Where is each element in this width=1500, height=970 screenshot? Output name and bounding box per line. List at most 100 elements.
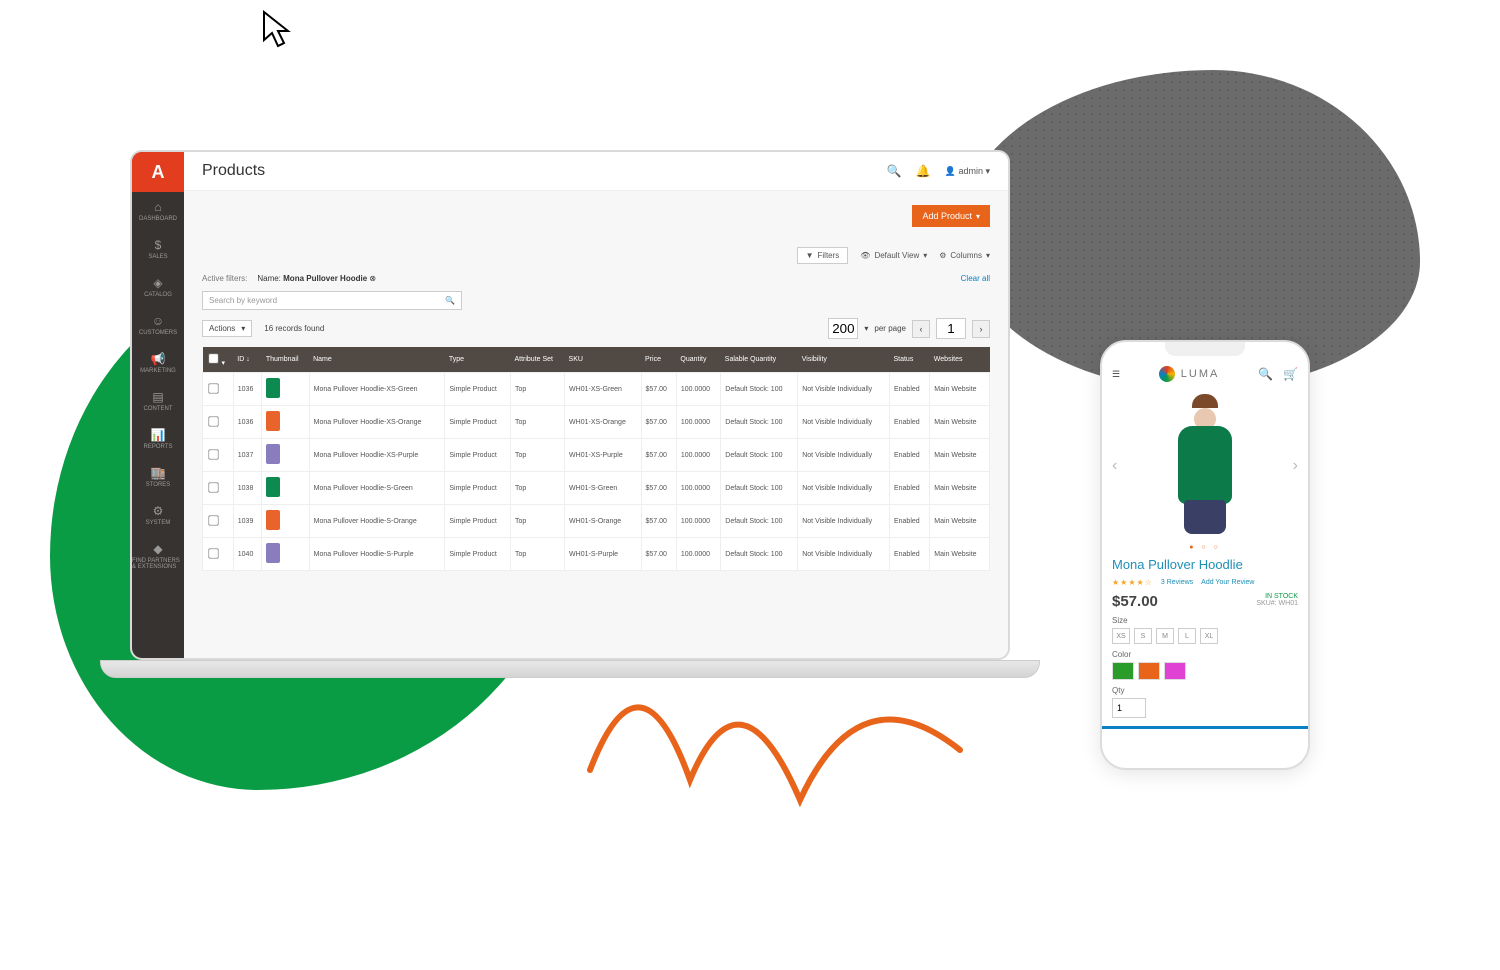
size-option-xl[interactable]: XL xyxy=(1200,628,1218,644)
carousel-next-button[interactable]: › xyxy=(1293,457,1298,475)
add-review-link[interactable]: Add Your Review xyxy=(1201,579,1254,586)
sidebar-item-catalog[interactable]: ◈CATALOG xyxy=(132,268,184,306)
sidebar-item-reports[interactable]: 📊REPORTS xyxy=(132,420,184,458)
default-view-button[interactable]: 👁Default View ▾ xyxy=(860,251,927,260)
row-checkbox[interactable] xyxy=(208,548,218,558)
stock-status: IN STOCK xyxy=(1256,593,1298,600)
product-image[interactable] xyxy=(1155,396,1255,536)
filter-chip-name: Name: Mona Pullover Hoodie ⊗ xyxy=(257,274,376,283)
carousel-prev-button[interactable]: ‹ xyxy=(1112,457,1117,475)
store-logo[interactable]: LUMA xyxy=(1159,366,1220,382)
table-row[interactable]: 1036Mona Pullover Hoodlie-XS-GreenSimple… xyxy=(203,373,990,406)
carousel-dots[interactable]: ● ○ ○ xyxy=(1112,544,1298,551)
per-page-input[interactable] xyxy=(828,318,858,339)
color-swatch-orange[interactable] xyxy=(1138,662,1160,680)
product-title: Mona Pullover Hoodlie xyxy=(1112,557,1298,572)
sidebar-item-extensions[interactable]: ◆FIND PARTNERS & EXTENSIONS xyxy=(132,534,184,578)
customers-icon: ☺ xyxy=(152,314,164,328)
add-product-button[interactable]: Add Product▾ xyxy=(912,205,990,227)
cell-qty: 100.0000 xyxy=(676,406,720,439)
table-header-cell[interactable]: Quantity xyxy=(676,347,720,373)
search-icon[interactable]: 🔍 xyxy=(887,164,902,178)
cell-status: Enabled xyxy=(889,439,929,472)
cell-salable: Default Stock: 100 xyxy=(721,439,798,472)
cell-qty: 100.0000 xyxy=(676,373,720,406)
table-row[interactable]: 1039Mona Pullover Hoodlie-S-OrangeSimple… xyxy=(203,505,990,538)
gear-icon: ⚙ xyxy=(939,251,946,260)
system-icon: ⚙ xyxy=(153,504,164,518)
sidebar-item-marketing[interactable]: 📢MARKETING xyxy=(132,344,184,382)
table-header-cell[interactable]: Price xyxy=(641,347,676,373)
table-header-cell[interactable]: Attribute Set xyxy=(510,347,564,373)
cell-salable: Default Stock: 100 xyxy=(721,505,798,538)
table-header-cell[interactable]: Salable Quantity xyxy=(721,347,798,373)
table-row[interactable]: 1040Mona Pullover Hoodlie-S-PurpleSimple… xyxy=(203,538,990,571)
cell-salable: Default Stock: 100 xyxy=(721,472,798,505)
catalog-icon: ◈ xyxy=(153,276,162,290)
size-option-l[interactable]: L xyxy=(1178,628,1196,644)
row-checkbox[interactable] xyxy=(208,416,218,426)
size-option-s[interactable]: S xyxy=(1134,628,1152,644)
qty-label: Qty xyxy=(1112,686,1298,695)
size-option-xs[interactable]: XS xyxy=(1112,628,1130,644)
cell-name: Mona Pullover Hoodlie-XS-Purple xyxy=(309,439,445,472)
search-input[interactable]: Search by keyword 🔍 xyxy=(202,291,462,310)
menu-icon[interactable]: ☰ xyxy=(1112,369,1120,380)
table-header-cell[interactable]: ID ↓ xyxy=(233,347,262,373)
sidebar-item-stores[interactable]: 🏬STORES xyxy=(132,458,184,496)
add-to-cart-bar[interactable] xyxy=(1102,726,1308,729)
sidebar-item-dashboard[interactable]: ⌂DASHBOARD xyxy=(132,192,184,230)
extensions-icon: ◆ xyxy=(153,542,162,556)
page-number-input[interactable] xyxy=(936,318,966,339)
columns-button[interactable]: ⚙Columns ▾ xyxy=(939,251,990,260)
qty-input[interactable] xyxy=(1112,698,1146,718)
cell-name: Mona Pullover Hoodlie-S-Green xyxy=(309,472,445,505)
next-page-button[interactable]: › xyxy=(972,320,990,338)
row-checkbox[interactable] xyxy=(208,515,218,525)
table-header-cell[interactable]: SKU xyxy=(565,347,641,373)
phone-notch xyxy=(1102,342,1308,360)
cart-icon[interactable]: 🛒 xyxy=(1283,367,1298,381)
sidebar-item-sales[interactable]: $SALES xyxy=(132,230,184,268)
user-menu[interactable]: 👤 admin ▾ xyxy=(945,166,990,177)
table-row[interactable]: 1037Mona Pullover Hoodlie-XS-PurpleSimpl… xyxy=(203,439,990,472)
table-header-cell[interactable]: Visibility xyxy=(798,347,890,373)
table-row[interactable]: 1036Mona Pullover Hoodlie-XS-OrangeSimpl… xyxy=(203,406,990,439)
cursor-icon xyxy=(260,10,294,50)
cell-type: Simple Product xyxy=(445,505,511,538)
chevron-down-icon[interactable]: ▾ xyxy=(864,324,868,333)
notifications-icon[interactable]: 🔔 xyxy=(916,164,931,178)
color-swatch-purple[interactable] xyxy=(1164,662,1186,680)
cell-thumbnail xyxy=(262,439,309,472)
search-icon[interactable]: 🔍 xyxy=(1258,367,1273,381)
select-all-checkbox[interactable] xyxy=(208,353,218,363)
cell-status: Enabled xyxy=(889,373,929,406)
table-header-cell[interactable]: ▾ xyxy=(203,347,234,373)
clear-all-link[interactable]: Clear all xyxy=(961,274,990,283)
table-row[interactable]: 1038Mona Pullover Hoodlie-S-GreenSimple … xyxy=(203,472,990,505)
reviews-link[interactable]: 3 Reviews xyxy=(1161,579,1193,586)
prev-page-button[interactable]: ‹ xyxy=(912,320,930,338)
cell-sku: WH01-S-Purple xyxy=(565,538,641,571)
sidebar-item-content[interactable]: ▤CONTENT xyxy=(132,382,184,420)
table-header-cell[interactable]: Websites xyxy=(930,347,990,373)
adobe-logo-icon[interactable]: A xyxy=(132,152,184,192)
cell-price: $57.00 xyxy=(641,472,676,505)
row-checkbox[interactable] xyxy=(208,482,218,492)
sidebar-item-system[interactable]: ⚙SYSTEM xyxy=(132,496,184,534)
admin-sidebar: A ⌂DASHBOARD $SALES ◈CATALOG ☺CUSTOMERS … xyxy=(132,152,184,658)
row-checkbox[interactable] xyxy=(208,449,218,459)
cell-websites: Main Website xyxy=(930,472,990,505)
actions-dropdown[interactable]: Actions▾ xyxy=(202,320,252,337)
row-checkbox[interactable] xyxy=(208,383,218,393)
size-option-m[interactable]: M xyxy=(1156,628,1174,644)
cell-id: 1039 xyxy=(233,505,262,538)
table-header-cell[interactable]: Type xyxy=(445,347,511,373)
table-header-cell[interactable]: Thumbnail xyxy=(262,347,309,373)
color-swatch-green[interactable] xyxy=(1112,662,1134,680)
table-header-cell[interactable]: Status xyxy=(889,347,929,373)
table-header-cell[interactable]: Name xyxy=(309,347,445,373)
filters-button[interactable]: ▼Filters xyxy=(797,247,849,264)
cell-price: $57.00 xyxy=(641,439,676,472)
sidebar-item-customers[interactable]: ☺CUSTOMERS xyxy=(132,306,184,344)
